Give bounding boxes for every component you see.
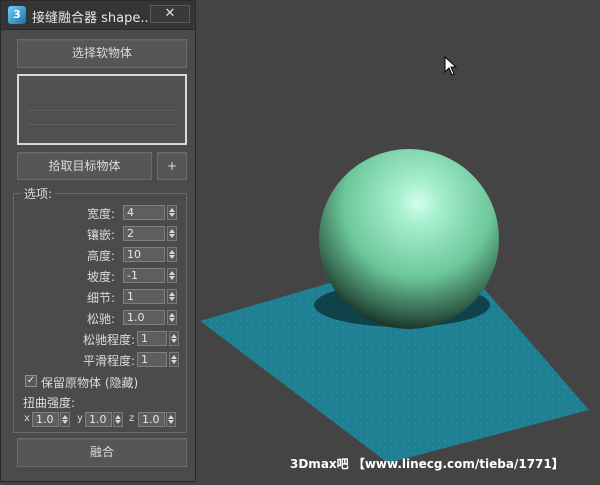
- spinner-arrow-icon[interactable]: [167, 226, 177, 241]
- spinner-arrow-icon[interactable]: [167, 247, 177, 262]
- spinner-arrow-icon[interactable]: [167, 310, 177, 325]
- keep-original-label: 保留原物体 (隐藏): [41, 376, 139, 390]
- height-input[interactable]: 10: [123, 247, 165, 262]
- option-label-relax: 松驰:: [86, 312, 115, 326]
- spinner-arrow-icon[interactable]: [169, 331, 179, 346]
- spinner-arrow-icon[interactable]: [167, 289, 177, 304]
- spinner-arrow-icon[interactable]: [60, 412, 70, 427]
- option-label-width: 宽度:: [86, 207, 115, 221]
- spinner-arrow-icon[interactable]: [166, 412, 176, 427]
- option-label-smoothness: 平滑程度:: [82, 354, 135, 368]
- list-divider: [29, 110, 175, 111]
- window-title: 接缝融合器 shape...: [32, 11, 153, 26]
- list-divider: [29, 124, 175, 125]
- option-label-slope: 坡度:: [86, 270, 115, 284]
- options-group-title: 选项:: [21, 185, 56, 202]
- option-label-height: 高度:: [86, 249, 115, 263]
- twist-z-input[interactable]: 1.0: [138, 412, 165, 427]
- twist-x-input[interactable]: 1.0: [32, 412, 59, 427]
- option-label-detail: 细节:: [86, 291, 115, 305]
- option-label-relax-amount: 松驰程度:: [82, 333, 135, 347]
- watermark-text: 3Dmax吧 【www.linecg.com/tieba/1771】: [290, 457, 564, 471]
- add-target-button[interactable]: +: [157, 152, 187, 180]
- slope-input[interactable]: -1: [123, 268, 165, 283]
- seam-blender-panel: 3 接缝融合器 shape... ✕ 选择软物体 拾取目标物体 + 选项: 宽度…: [0, 0, 196, 482]
- spinner-arrow-icon[interactable]: [113, 412, 123, 427]
- option-label-tessellation: 镶嵌:: [86, 228, 115, 242]
- sphere-object[interactable]: [319, 149, 499, 329]
- viewport-scene: [200, 149, 589, 463]
- relax-amount-input[interactable]: 1: [137, 331, 167, 346]
- 3d-viewport[interactable]: [196, 0, 600, 482]
- title-bar[interactable]: 3 接缝融合器 shape... ✕: [1, 1, 195, 30]
- width-input[interactable]: 4: [123, 205, 165, 220]
- detail-input[interactable]: 1: [123, 289, 165, 304]
- pick-soft-object-button[interactable]: 选择软物体: [17, 39, 187, 68]
- soft-object-list[interactable]: [17, 74, 187, 145]
- relax-input[interactable]: 1.0: [123, 310, 165, 325]
- twist-x-label: x: [24, 413, 30, 424]
- twist-z-label: z: [129, 413, 135, 424]
- spinner-arrow-icon[interactable]: [167, 205, 177, 220]
- merge-button[interactable]: 融合: [17, 438, 187, 467]
- spinner-arrow-icon[interactable]: [169, 352, 179, 367]
- keep-original-checkbox[interactable]: ✓: [25, 375, 37, 387]
- smoothness-input[interactable]: 1: [137, 352, 167, 367]
- close-button[interactable]: ✕: [150, 5, 190, 23]
- spinner-arrow-icon[interactable]: [167, 268, 177, 283]
- close-icon: ✕: [164, 6, 176, 21]
- app-icon: 3: [8, 6, 26, 24]
- pick-target-object-button[interactable]: 拾取目标物体: [17, 152, 152, 180]
- twist-y-input[interactable]: 1.0: [85, 412, 112, 427]
- checkbox-check-icon: ✓: [26, 375, 36, 386]
- tessellation-input[interactable]: 2: [123, 226, 165, 241]
- twist-strength-label: 扭曲强度:: [23, 396, 76, 410]
- twist-y-label: y: [77, 413, 83, 424]
- mouse-cursor-icon: [444, 56, 458, 76]
